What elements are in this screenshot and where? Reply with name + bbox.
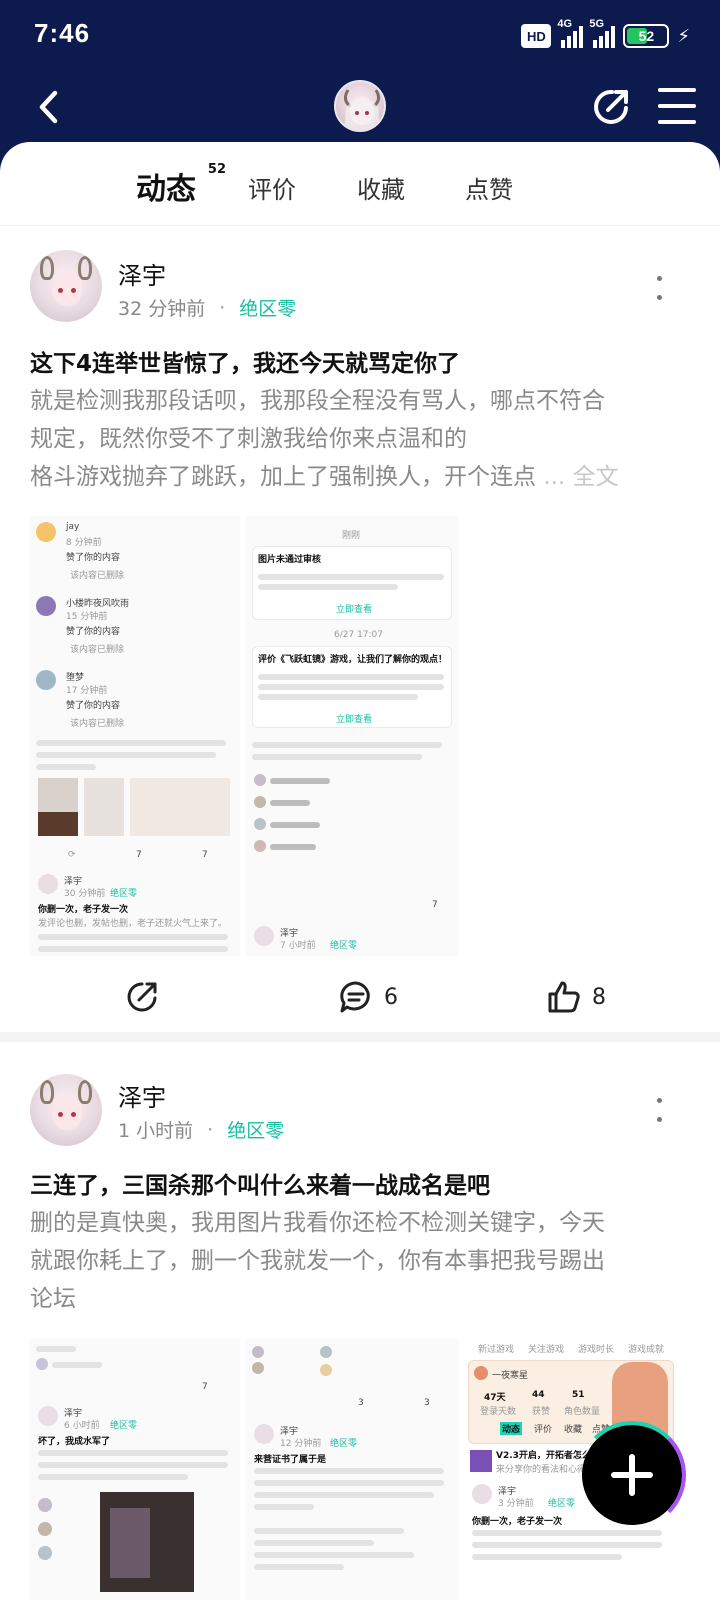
- post-title[interactable]: 这下4连举世皆惊了，我还今天就骂定你了: [30, 344, 690, 378]
- tab-reviews[interactable]: 评价: [248, 170, 296, 205]
- more-options-icon[interactable]: [652, 1098, 666, 1122]
- post-time: 1 小时前: [118, 1120, 194, 1142]
- like-button[interactable]: 8: [546, 972, 606, 1022]
- profile-avatar[interactable]: [334, 80, 386, 132]
- post-title[interactable]: 三连了，三国杀那个叫什么来着一战成名是吧: [30, 1166, 690, 1200]
- comment-button[interactable]: 6: [338, 972, 398, 1022]
- signal-5g-icon: 5G: [589, 18, 616, 48]
- signal-4g-icon: 4G: [557, 18, 584, 48]
- nav-row: [0, 72, 720, 142]
- tab-likes[interactable]: 点赞: [465, 170, 513, 205]
- hd-badge: HD: [521, 24, 552, 48]
- author-name[interactable]: 泽宇: [118, 1078, 166, 1113]
- menu-icon[interactable]: [658, 88, 696, 124]
- comment-icon: [340, 981, 370, 1013]
- battery-icon: 52: [623, 24, 670, 48]
- game-tag[interactable]: 绝区零: [239, 294, 296, 321]
- create-post-button[interactable]: [578, 1421, 686, 1529]
- author-avatar[interactable]: [30, 1074, 102, 1146]
- share-icon: [127, 982, 157, 1012]
- post-image-2[interactable]: 3 3 泽宇 12 分钟前 绝区零 来营证书了属于是: [246, 1338, 458, 1600]
- status-icons: HD 4G 5G 52 ⚡: [521, 18, 690, 52]
- content-sheet: 动态 52 评价 收藏 点赞 泽宇 32 分钟前 · 绝区零 这下4连举世皆惊了…: [0, 142, 720, 1600]
- tab-favorites[interactable]: 收藏: [357, 170, 405, 205]
- like-count: 8: [592, 984, 606, 1010]
- post-image-1[interactable]: jay 8 分钟前 赞了你的内容 该内容已删除 小楼昨夜风吹雨 15 分钟前 赞…: [30, 516, 240, 956]
- tab-dynamic[interactable]: 动态 52: [136, 162, 226, 208]
- thumbs-up-icon: [548, 981, 580, 1013]
- post-card[interactable]: 泽宇 32 分钟前 · 绝区零 这下4连举世皆惊了，我还今天就骂定你了 就是检测…: [0, 226, 720, 1040]
- back-arrow-icon[interactable]: [28, 84, 68, 130]
- comment-count: 6: [384, 984, 398, 1010]
- share-button[interactable]: [124, 972, 160, 1022]
- status-time: 7:46: [34, 18, 91, 48]
- plus-icon: [611, 1454, 653, 1496]
- author-avatar[interactable]: [30, 250, 102, 322]
- post-actions: 6 8: [0, 972, 720, 1022]
- more-options-icon[interactable]: [652, 276, 666, 300]
- post-body[interactable]: 删的是真快奥，我用图片我看你还检不检测关键字，今天 就跟你耗上了，删一个我就发一…: [30, 1204, 695, 1318]
- post-images: jay 8 分钟前 赞了你的内容 该内容已删除 小楼昨夜风吹雨 15 分钟前 赞…: [30, 516, 675, 956]
- post-divider: [0, 1032, 720, 1042]
- post-body[interactable]: 就是检测我那段话呗，我那段全程没有骂人，哪点不符合 规定，既然你受不了刺激我给你…: [30, 382, 695, 496]
- post-time: 32 分钟前: [118, 298, 206, 320]
- tab-bar: 动态 52 评价 收藏 点赞: [0, 142, 720, 226]
- read-more-link[interactable]: 全文: [573, 464, 619, 490]
- game-tag[interactable]: 绝区零: [227, 1116, 284, 1143]
- tab-badge: 52: [207, 162, 226, 177]
- post-image-2[interactable]: 刚刚 图片未通过审核 立即查看 6/27 17:07 评价《飞跃虹镜》游戏，让我…: [246, 516, 458, 956]
- share-icon[interactable]: [590, 86, 632, 128]
- author-name[interactable]: 泽宇: [118, 256, 166, 291]
- post-meta: 32 分钟前 · 绝区零: [118, 294, 296, 321]
- post-meta: 1 小时前 · 绝区零: [118, 1116, 284, 1143]
- status-bar: 7:46 HD 4G 5G 52 ⚡: [0, 0, 720, 70]
- post-image-1[interactable]: 7 泽宇 6 小时前 绝区零 坏了，我成水军了: [30, 1338, 240, 1600]
- charging-icon: ⚡: [677, 25, 690, 47]
